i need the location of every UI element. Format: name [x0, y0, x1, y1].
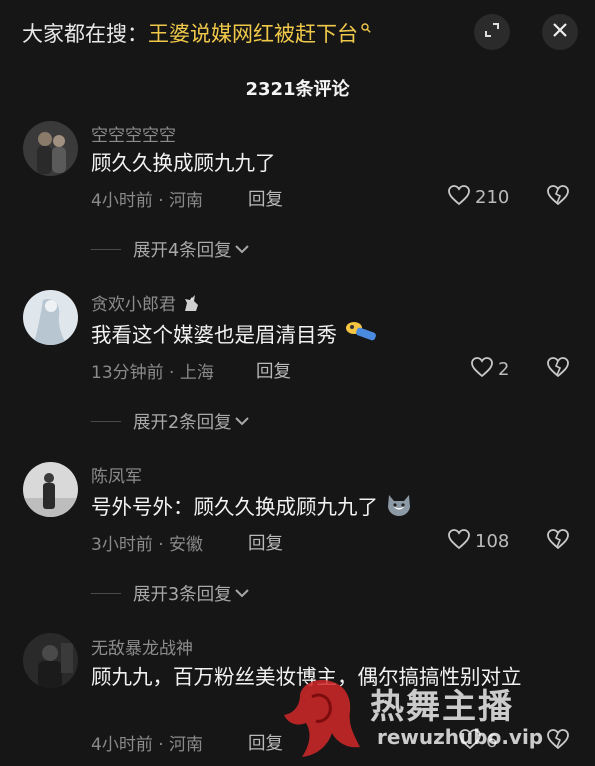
reply-button[interactable]: 回复: [256, 358, 291, 383]
like-count: 108: [475, 530, 510, 552]
close-button[interactable]: [542, 14, 578, 50]
trending-search-prefix: 大家都在搜：: [22, 22, 148, 46]
chevron-down-icon: [234, 412, 250, 431]
comment-text: 顾九九，百万粉丝美妆博主，偶尔搞搞性别对立: [91, 665, 522, 689]
sticker-emoji-icon: [344, 318, 378, 354]
search-icon: [361, 14, 371, 33]
heart-icon: [458, 728, 482, 754]
comment-author[interactable]: 空空空空空: [91, 121, 176, 146]
comment-author[interactable]: 无敌暴龙战神: [91, 634, 193, 659]
reply-button[interactable]: 回复: [248, 730, 283, 755]
like-count: 6: [486, 730, 498, 752]
reply-button[interactable]: 回复: [248, 530, 283, 555]
dislike-button[interactable]: [546, 728, 570, 754]
comment-meta: 4小时前 · 河南: [91, 735, 204, 755]
expand-replies-label: 展开2条回复: [133, 413, 232, 433]
like-count: 210: [475, 186, 510, 208]
heart-icon: [447, 184, 471, 210]
unicorn-icon: [181, 293, 201, 318]
comment-text-body: 我看这个媒婆也是眉清目秀: [91, 323, 337, 347]
comment-text: 我看这个媒婆也是眉清目秀: [91, 318, 561, 354]
heart-icon: [447, 528, 471, 554]
expand-replies-label: 展开3条回复: [133, 585, 232, 605]
chevron-down-icon: [234, 240, 250, 259]
like-button[interactable]: 6: [458, 728, 497, 754]
expand-replies-label: 展开4条回复: [133, 241, 232, 261]
comment-meta: 13分钟前 · 上海: [91, 363, 214, 383]
divider: [91, 593, 121, 594]
expand-icon: [483, 21, 501, 43]
broken-heart-icon: [546, 357, 570, 382]
broken-heart-icon: [546, 529, 570, 554]
chevron-down-icon: [234, 584, 250, 603]
dislike-button[interactable]: [546, 528, 570, 554]
expand-button[interactable]: [474, 14, 510, 50]
avatar[interactable]: [23, 121, 78, 176]
broken-heart-icon: [546, 729, 570, 754]
broken-heart-icon: [546, 185, 570, 210]
dislike-button[interactable]: [546, 184, 570, 210]
divider: [91, 249, 121, 250]
heart-icon: [470, 356, 494, 382]
comment-meta: 3小时前 · 安徽: [91, 535, 204, 555]
reply-button[interactable]: 回复: [248, 186, 283, 211]
expand-replies[interactable]: 展开4条回复: [91, 237, 250, 262]
close-icon: [551, 21, 569, 43]
comment-text: 顾久久换成顾九九了: [91, 151, 276, 175]
top-bar: 大家都在搜：王婆说媒网红被赶下台: [0, 0, 595, 66]
comment-text: 号外号外：顾久久换成顾九九了: [91, 491, 561, 525]
like-button[interactable]: 210: [447, 184, 509, 210]
divider: [91, 421, 121, 422]
avatar[interactable]: [23, 462, 78, 517]
comment-count-title: 2321条评论: [245, 79, 350, 100]
expand-replies[interactable]: 展开3条回复: [91, 581, 250, 606]
husky-emoji-icon: [385, 491, 413, 525]
trending-search[interactable]: 大家都在搜：王婆说媒网红被赶下台: [22, 18, 371, 48]
comment-text-body: 号外号外：顾久久换成顾九九了: [91, 495, 378, 519]
expand-replies[interactable]: 展开2条回复: [91, 409, 250, 434]
comment-author-name: 贪欢小郎君: [91, 295, 176, 315]
like-count: 2: [498, 358, 510, 380]
trending-search-keyword[interactable]: 王婆说媒网红被赶下台: [148, 22, 358, 46]
avatar[interactable]: [23, 633, 78, 688]
dislike-button[interactable]: [546, 356, 570, 382]
comment-meta: 4小时前 · 河南: [91, 191, 204, 211]
like-button[interactable]: 108: [447, 528, 509, 554]
comment-author[interactable]: 陈凤军: [91, 462, 142, 487]
comment-author[interactable]: 贪欢小郎君: [91, 290, 201, 318]
avatar[interactable]: [23, 290, 78, 345]
like-button[interactable]: 2: [470, 356, 509, 382]
